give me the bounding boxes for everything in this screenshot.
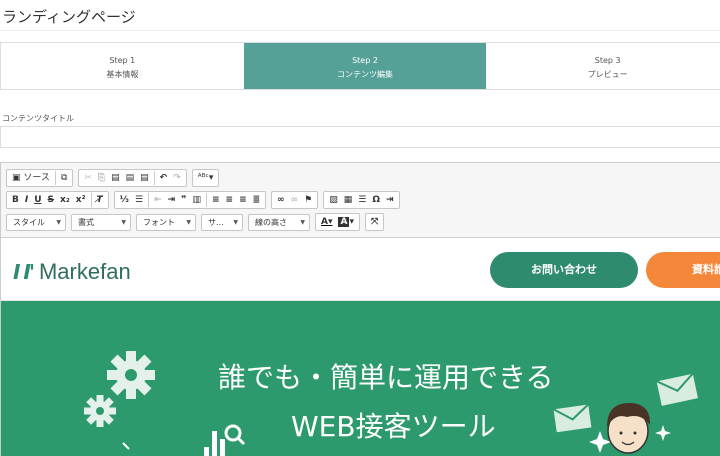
paste-icon[interactable]: ▤ [108,170,123,186]
step-1-label: 基本情報 [106,70,139,79]
chevron-down-icon: ▼ [300,218,305,226]
step-2-label: コンテンツ編集 [337,70,393,79]
rich-text-editor: ▣ ソース ⧉ ✂ ⎘ ▤ ▤ ▤ ↶ ↷ ᴬᴮᶜ▾ B I U S x₂ x²… [0,162,720,456]
strikethrough-icon[interactable]: S [45,192,57,208]
bulleted-list-icon[interactable]: ☰ [132,192,146,208]
step-3-label: プレビュー [587,70,628,79]
hero-headline: 誰でも・簡単に運用できる [218,361,554,394]
preview-icon[interactable]: ⧉ [58,170,70,186]
source-label: ソース [23,173,50,183]
bold-icon[interactable]: B [9,192,22,208]
paste-text-icon[interactable]: ▤ [123,170,138,186]
bg-color-icon[interactable]: A ▾ [335,214,357,230]
div-container-icon[interactable]: ▥ [189,192,204,208]
format-combo-label: 書式 [78,217,94,227]
step-2-number: Step 2 [352,56,378,65]
source-button[interactable]: ▣ ソース [9,170,53,186]
superscript-icon[interactable]: x² [73,192,89,208]
maximize-icon[interactable]: ⤧ [368,214,381,230]
page-break-icon[interactable]: ⇥ [383,192,397,208]
landing-header: I I' Markefan お問い合わせ 資料請求 [1,238,720,301]
special-char-icon[interactable]: Ω [369,192,383,208]
contact-button[interactable]: お問い合わせ [490,252,638,288]
hero-section: 誰でも・簡単に運用できる WEB接客ツール [1,301,720,456]
logo-mark: I I' [13,260,35,284]
italic-icon[interactable]: I [22,192,31,208]
font-dropdown[interactable]: フォント ▼ [136,213,196,231]
request-docs-button[interactable]: 資料請求 [646,252,720,288]
format-dropdown[interactable]: 書式 ▼ [71,213,131,231]
gear-small-icon [84,395,116,427]
chevron-down-icon: ▼ [233,218,238,226]
page-title: ランディングページ [2,8,136,26]
font-combo-label: フォント [143,217,175,227]
title-divider [0,30,720,31]
blockquote-icon[interactable]: ❞ [178,192,189,208]
paste-word-icon[interactable]: ▤ [137,170,152,186]
unlink-icon[interactable]: ∞ [288,192,302,208]
align-left-icon[interactable]: ≡ [209,192,223,208]
step-indicator: Step 1 基本情報 Step 2 コンテンツ編集 Step 3 プレビュー [0,42,720,90]
lineheight-combo-label: 線の高さ [255,217,287,227]
step-1[interactable]: Step 1 基本情報 [1,43,244,89]
chevron-down-icon: ▼ [121,218,126,226]
chart-icon [204,424,246,456]
markefan-logo: I I' Markefan [13,259,131,285]
numbered-list-icon[interactable]: ⅓ [117,192,132,208]
person-illustration [607,403,651,454]
subscript-icon[interactable]: x₂ [57,192,73,208]
editor-toolbar: ▣ ソース ⧉ ✂ ⎘ ▤ ▤ ▤ ↶ ↷ ᴬᴮᶜ▾ B I U S x₂ x²… [1,163,720,238]
horizontal-line-icon[interactable]: ☰ [355,192,369,208]
step-1-number: Step 1 [109,56,136,65]
step-3[interactable]: Step 3 プレビュー [486,43,720,89]
logo-text: Markefan [38,259,131,284]
outdent-icon[interactable]: ⇤ [151,192,165,208]
image-icon[interactable]: ▨ [326,192,341,208]
step-3-number: Step 3 [594,56,621,65]
content-title-label: コンテンツタイトル [2,114,74,123]
remove-format-icon[interactable]: T̸ [94,192,106,208]
indent-icon[interactable]: ⇥ [165,192,179,208]
link-icon[interactable]: ∞ [274,192,288,208]
chevron-down-icon: ▼ [56,218,61,226]
step-2[interactable]: Step 2 コンテンツ編集 [243,43,487,89]
table-icon[interactable]: ▦ [341,192,356,208]
size-dropdown[interactable]: サ... ▼ [201,213,243,231]
text-color-icon[interactable]: A▾ [318,214,335,230]
content-title-input[interactable] [0,126,720,148]
anchor-flag-icon[interactable]: ⚑ [301,192,315,208]
copy-icon[interactable]: ⎘ [95,170,108,186]
style-dropdown[interactable]: スタイル ▼ [6,213,66,231]
align-right-icon[interactable]: ≡ [236,192,250,208]
hero-subheadline: WEB接客ツール [291,410,496,443]
undo-icon[interactable]: ↶ [157,170,171,186]
chevron-down-icon: ▼ [186,218,191,226]
spellcheck-icon[interactable]: ᴬᴮᶜ▾ [195,170,217,186]
sparkle-left-icon [122,442,130,450]
cut-icon[interactable]: ✂ [81,170,95,186]
align-justify-icon[interactable]: ≣ [250,192,264,208]
line-height-dropdown[interactable]: 線の高さ ▼ [248,213,310,231]
align-center-icon[interactable]: ≡ [223,192,237,208]
style-combo-label: スタイル [13,217,45,227]
envelope-icon [552,403,593,434]
size-combo-label: サ... [208,217,224,227]
redo-icon[interactable]: ↷ [170,170,184,186]
underline-icon[interactable]: U [31,192,44,208]
